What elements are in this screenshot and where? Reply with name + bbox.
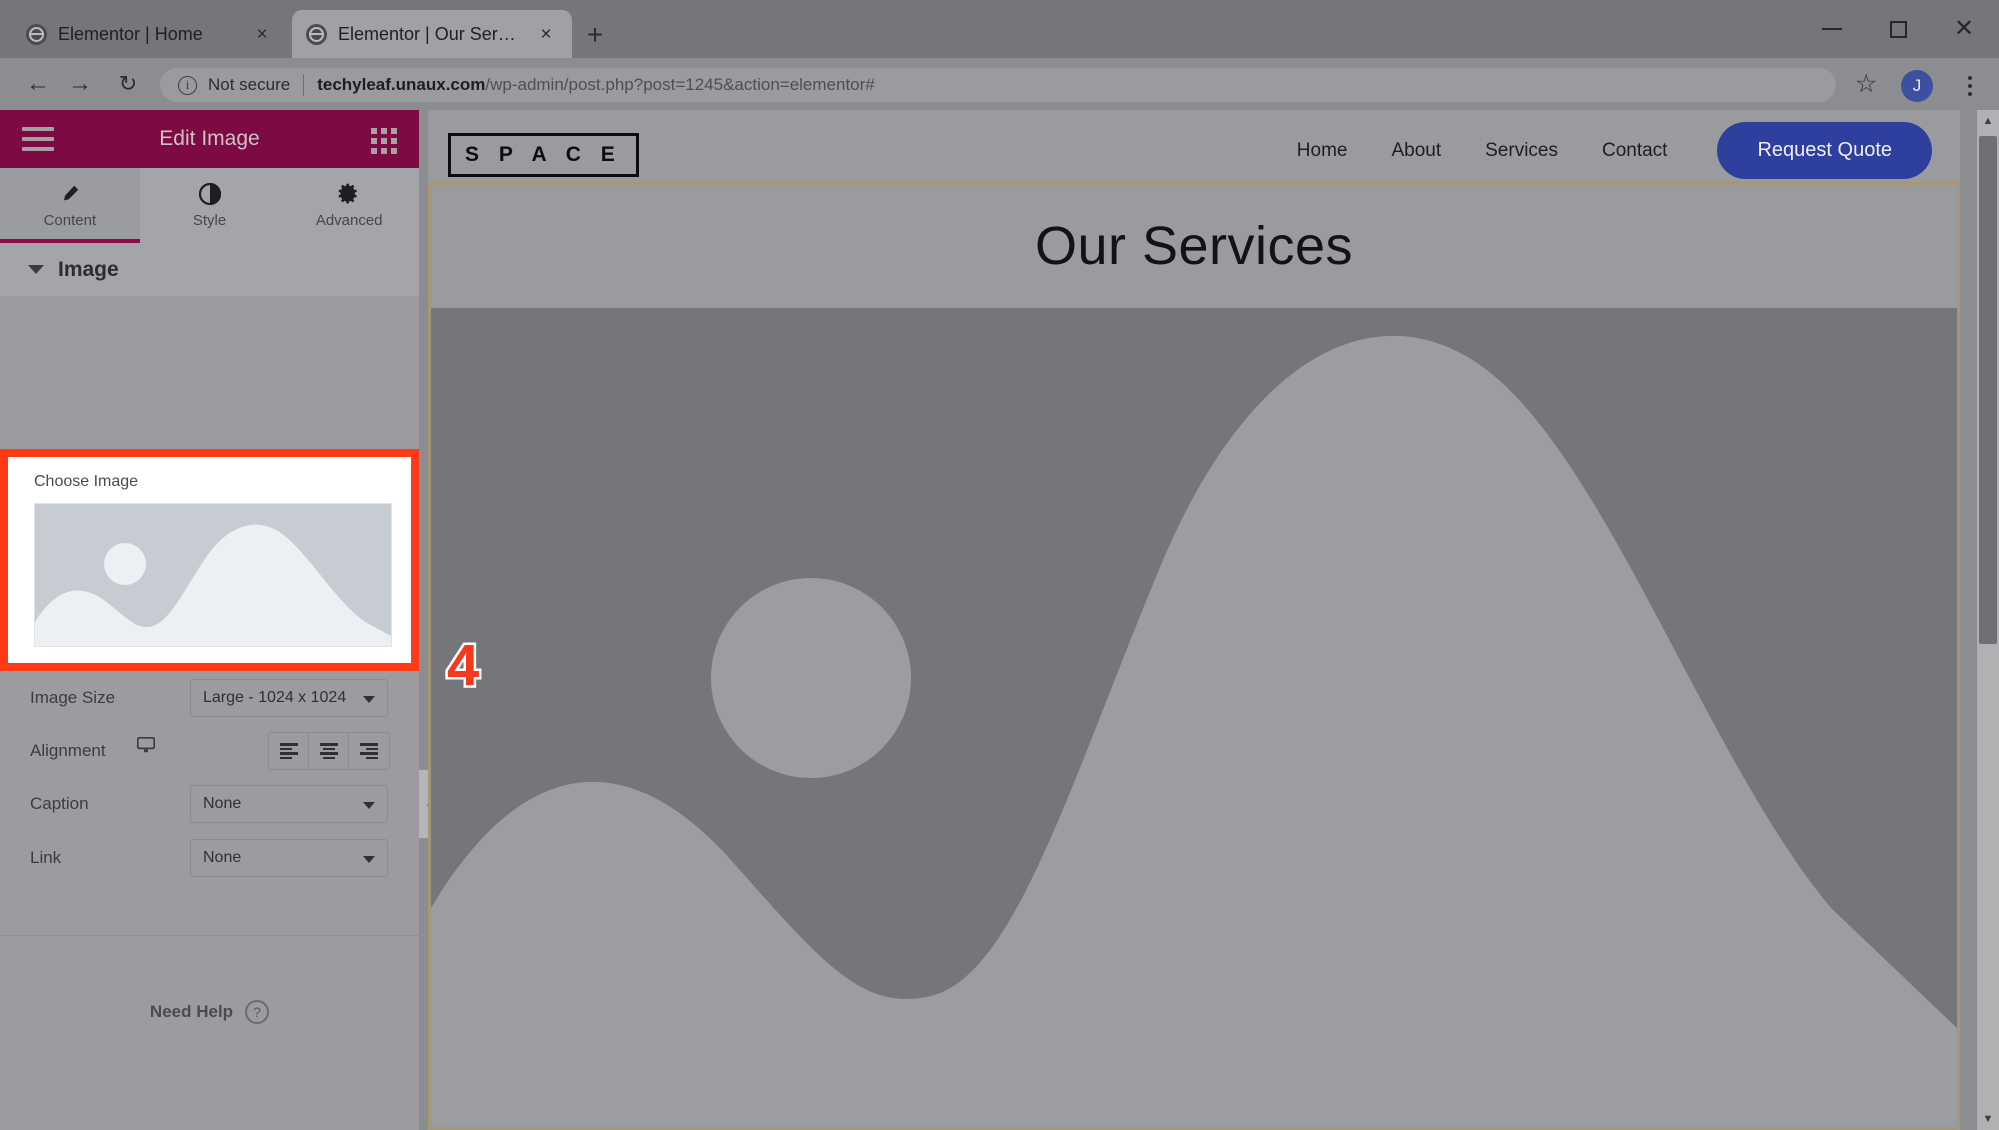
address-bar[interactable]: i Not secure techyleaf.unaux.com/wp-admi…	[160, 68, 1836, 102]
page-title: Our Services	[1034, 216, 1354, 276]
tab-advanced[interactable]: Advanced	[279, 168, 419, 243]
minimize-icon[interactable]	[1799, 0, 1865, 58]
align-right-button[interactable]	[349, 733, 389, 769]
nav-link-contact[interactable]: Contact	[1580, 140, 1689, 162]
reload-icon[interactable]: ↻	[110, 66, 146, 102]
link-select[interactable]: None	[190, 839, 388, 877]
page-viewport: Edit Image Content Style Advanced Image …	[0, 110, 1999, 1130]
tab-content[interactable]: Content	[0, 168, 140, 243]
new-tab-button[interactable]: +	[578, 18, 612, 52]
need-help-link[interactable]: Need Help ?	[0, 1000, 419, 1024]
section-image-header[interactable]: Image	[0, 243, 419, 297]
browser-tab-our-services[interactable]: Elementor | Our Services ×	[292, 10, 572, 58]
tab-title: Elementor | Our Services	[338, 23, 523, 44]
forward-icon[interactable]: →	[62, 66, 98, 102]
panel-header: Edit Image	[0, 110, 419, 168]
need-help-label: Need Help	[149, 1002, 234, 1021]
bookmark-star-icon[interactable]: ☆	[1855, 72, 1881, 98]
field-label: Alignment	[30, 741, 106, 760]
field-caption: Caption None	[0, 778, 419, 830]
chevron-down-icon	[363, 856, 375, 863]
image-size-select[interactable]: Large - 1024 x 1024	[190, 679, 388, 717]
field-alignment: Alignment	[0, 725, 419, 777]
step-number-annotation: 4	[444, 633, 481, 698]
chevron-down-icon	[363, 802, 375, 809]
hero-image-widget[interactable]	[431, 308, 1957, 1127]
elementor-panel: Edit Image Content Style Advanced Image …	[0, 110, 419, 1130]
image-preview-thumbnail[interactable]	[34, 503, 392, 647]
align-left-button[interactable]	[269, 733, 309, 769]
scroll-up-button[interactable]: ▲	[1977, 110, 1999, 132]
divider	[303, 74, 305, 96]
back-icon[interactable]: ←	[20, 66, 56, 102]
profile-avatar[interactable]: J	[1901, 70, 1933, 102]
panel-title: Edit Image	[159, 127, 260, 150]
maximize-icon[interactable]	[1865, 0, 1931, 58]
close-icon[interactable]: ×	[250, 22, 274, 46]
pencil-icon	[60, 183, 80, 205]
tab-strip: Elementor | Home × Elementor | Our Servi…	[0, 0, 1999, 58]
grid-icon[interactable]	[371, 128, 397, 154]
alignment-button-group	[268, 732, 390, 770]
nav-link-home[interactable]: Home	[1275, 140, 1370, 162]
kebab-menu-icon[interactable]	[1955, 70, 1985, 102]
url-host: techyleaf.unaux.com	[317, 75, 486, 94]
nav-link-about[interactable]: About	[1369, 140, 1463, 162]
field-link: Link None	[0, 832, 419, 884]
choose-image-control[interactable]: Choose Image	[0, 449, 419, 671]
image-size-value: Large - 1024 x 1024	[203, 689, 347, 706]
page-scrollbar[interactable]: ▲ ▼	[1977, 110, 1999, 1130]
contrast-icon	[198, 182, 221, 205]
field-label: Link	[30, 848, 62, 867]
browser-tab-home[interactable]: Elementor | Home ×	[12, 10, 288, 58]
security-status-text: Not secure	[208, 75, 291, 94]
image-placeholder-icon	[35, 504, 391, 646]
browser-toolbar: ← → ↻ i Not secure techyleaf.unaux.com/w…	[0, 58, 1999, 110]
info-circle-icon[interactable]: i	[178, 75, 197, 95]
browser-window: Elementor | Home × Elementor | Our Servi…	[0, 0, 1999, 1130]
hamburger-icon[interactable]	[22, 127, 54, 151]
choose-image-label: Choose Image	[34, 473, 139, 490]
site-logo[interactable]: S P A C E	[448, 133, 639, 177]
url-path: /wp-admin/post.php?post=1245&action=elem…	[485, 75, 875, 94]
link-value: None	[203, 849, 242, 866]
tab-label: Content	[43, 211, 97, 229]
nav-link-services[interactable]: Services	[1463, 140, 1580, 162]
desktop-icon[interactable]	[136, 736, 156, 758]
scroll-down-button[interactable]: ▼	[1977, 1108, 1999, 1130]
window-controls: ✕	[1799, 0, 1999, 58]
caption-select[interactable]: None	[190, 785, 388, 823]
field-image-size: Image Size Large - 1024 x 1024	[0, 672, 419, 724]
caption-value: None	[203, 795, 242, 812]
tab-label: Advanced	[315, 211, 383, 229]
question-circle-icon[interactable]: ?	[245, 1000, 270, 1024]
caret-down-icon	[28, 265, 44, 274]
site-header: S P A C E Home About Services Contact Re…	[428, 110, 1960, 190]
site-nav: Home About Services Contact Request Quot…	[1275, 122, 1932, 179]
elementor-canvas: S P A C E Home About Services Contact Re…	[428, 110, 1960, 1130]
divider	[0, 935, 419, 936]
gear-icon	[338, 183, 360, 205]
url-text: techyleaf.unaux.com/wp-admin/post.php?po…	[317, 75, 875, 95]
field-label: Caption	[30, 794, 89, 813]
close-icon[interactable]: ×	[534, 22, 558, 46]
chevron-down-icon	[363, 696, 375, 703]
image-placeholder-icon	[431, 308, 1957, 1127]
tab-label: Style	[192, 211, 227, 229]
scrollbar-thumb[interactable]	[1979, 136, 1997, 644]
field-label: Image Size	[30, 688, 116, 707]
panel-tabs: Content Style Advanced	[0, 168, 419, 243]
request-quote-button[interactable]: Request Quote	[1717, 122, 1932, 179]
align-center-button[interactable]	[309, 733, 349, 769]
globe-icon	[306, 23, 327, 45]
close-icon[interactable]: ✕	[1931, 0, 1997, 58]
tab-style[interactable]: Style	[140, 168, 280, 243]
globe-icon	[26, 23, 47, 45]
selected-section[interactable]: Our Services	[428, 182, 1960, 1130]
tab-title: Elementor | Home	[58, 23, 203, 44]
section-title: Image	[58, 257, 119, 281]
